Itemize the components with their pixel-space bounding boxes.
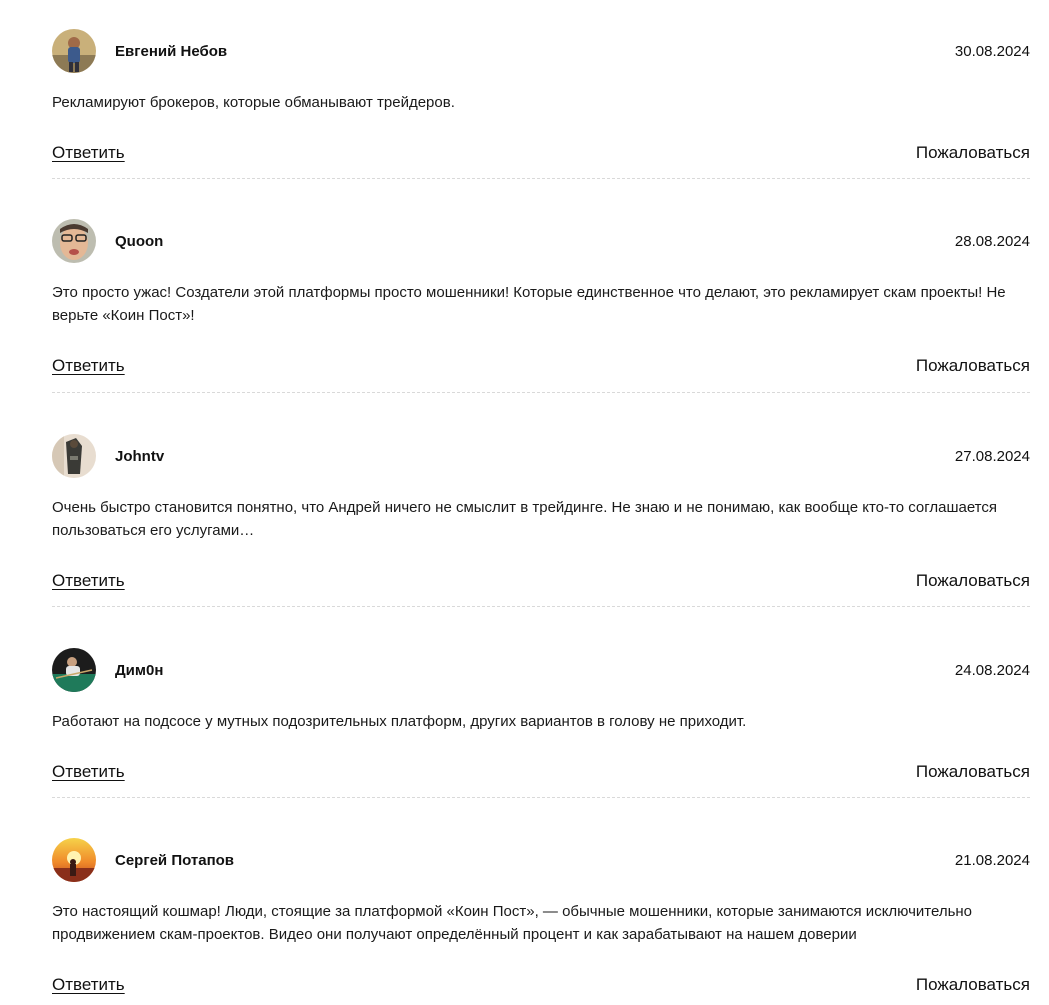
comment-header: Johntv 27.08.2024 (52, 434, 1030, 480)
reply-link[interactable]: Ответить (52, 143, 125, 163)
reply-link[interactable]: Ответить (52, 571, 125, 591)
comment-text: Очень быстро становится понятно, что Анд… (52, 499, 997, 539)
comment-item: Сергей Потапов 21.08.2024 Это настоящий … (52, 838, 1030, 1005)
comment-actions: Ответить Пожаловаться (52, 571, 1030, 601)
avatar-photo-icon (52, 648, 96, 692)
comment-item: Дим0н 24.08.2024 Работают на подсосе у м… (52, 648, 1030, 792)
comment-text: Это просто ужас! Создатели этой платформ… (52, 284, 1006, 324)
reply-link[interactable]: Ответить (52, 762, 125, 782)
report-link[interactable]: Пожаловаться (916, 356, 1030, 376)
comment-divider (52, 606, 1030, 607)
comment-actions: Ответить Пожаловаться (52, 356, 1030, 386)
avatar-photo-icon (52, 434, 96, 478)
comment-actions: Ответить Пожаловаться (52, 762, 1030, 792)
avatar-photo-icon (52, 838, 96, 882)
reply-link[interactable]: Ответить (52, 356, 125, 376)
comment-author: Дим0н (115, 662, 164, 679)
comment-author: Quoon (115, 233, 164, 250)
avatar[interactable] (52, 219, 96, 263)
comment-date: 21.08.2024 (954, 852, 1030, 869)
avatar[interactable] (52, 29, 96, 73)
comment-header: Сергей Потапов 21.08.2024 (52, 838, 1030, 884)
comment-divider (52, 797, 1030, 798)
comment-date: 27.08.2024 (954, 448, 1030, 465)
avatar[interactable] (52, 838, 96, 882)
comment-divider (52, 392, 1030, 393)
comment-author: Сергей Потапов (115, 852, 235, 869)
comment-author: Johntv (115, 448, 165, 465)
comment-actions: Ответить Пожаловаться (52, 975, 1030, 1005)
comment-date: 24.08.2024 (954, 662, 1030, 679)
comment-item: Quoon 28.08.2024 Это просто ужас! Создат… (52, 219, 1030, 386)
report-link[interactable]: Пожаловаться (916, 571, 1030, 591)
comment-item: Johntv 27.08.2024 Очень быстро становитс… (52, 434, 1030, 601)
report-link[interactable]: Пожаловаться (916, 975, 1030, 995)
comment-item: Евгений Небов 30.08.2024 Рекламируют бро… (52, 29, 1030, 173)
avatar[interactable] (52, 648, 96, 692)
comment-header: Quoon 28.08.2024 (52, 219, 1030, 265)
reply-link[interactable]: Ответить (52, 975, 125, 995)
comment-header: Дим0н 24.08.2024 (52, 648, 1030, 694)
report-link[interactable]: Пожаловаться (916, 143, 1030, 163)
comment-header: Евгений Небов 30.08.2024 (52, 29, 1030, 75)
comment-text: Рекламируют брокеров, которые обманывают… (52, 94, 455, 111)
comment-author: Евгений Небов (115, 43, 228, 60)
comment-divider (52, 178, 1030, 179)
comment-date: 30.08.2024 (954, 43, 1030, 60)
report-link[interactable]: Пожаловаться (916, 762, 1030, 782)
comment-text: Работают на подсосе у мутных подозритель… (52, 713, 747, 730)
avatar[interactable] (52, 434, 96, 478)
comment-date: 28.08.2024 (954, 233, 1030, 250)
avatar-photo-icon (52, 219, 96, 263)
comment-actions: Ответить Пожаловаться (52, 143, 1030, 173)
avatar-photo-icon (52, 29, 96, 73)
comment-text: Это настоящий кошмар! Люди, стоящие за п… (52, 903, 973, 943)
